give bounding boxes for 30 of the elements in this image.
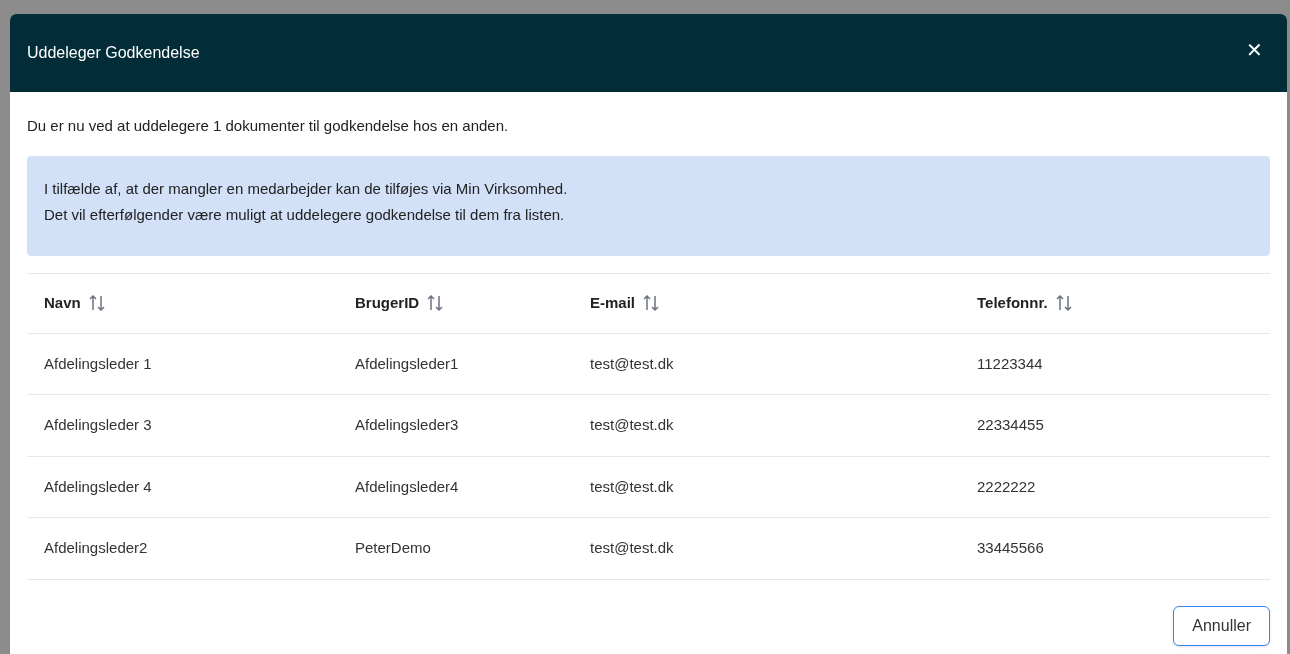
table-cell: 11223344 [977,354,1043,372]
table-cell: 33445566 [977,539,1044,557]
table-cell: test@test.dk [590,477,674,495]
sort-icon[interactable] [1055,294,1072,312]
column-header: Telefonnr. [977,292,1048,313]
table-cell: Afdelingsleder1 [355,354,459,372]
table-cell: test@test.dk [590,539,674,557]
table-cell: 2222222 [977,477,1036,495]
sort-icon[interactable] [427,294,444,312]
table-cell: Afdelingsleder 3 [44,416,152,434]
column-header: BrugerID [355,292,420,313]
info-text: Det vil efterfølgender være muligt at uddelegere godkendelse til dem fra listen. [44,204,566,225]
table-cell: Afdelingsleder 1 [44,354,152,372]
table-cell: Afdelingsleder3 [355,416,459,434]
dialog-title: Uddeleger Godkendelse [27,43,200,63]
table-cell: test@test.dk [590,416,674,434]
column-header: Navn [44,292,81,313]
table-cell: Afdelingsleder 4 [44,477,152,495]
sort-icon[interactable] [643,294,659,312]
cancel-button[interactable]: Annuller [1173,605,1270,646]
info-text: I tilfælde af, at der mangler en medarbejder kan de tilføjes via Min Virksomhed. [44,178,569,199]
intro-text: Du er nu ved at uddelegere 1 dokumenter til godkendelse hos en anden. [27,116,510,136]
table-cell: PeterDemo [355,539,431,557]
table-cell: Afdelingsleder4 [355,477,459,495]
close-button[interactable]: ✕ [1246,40,1263,60]
table-cell: Afdelingsleder2 [44,539,148,557]
table-cell: test@test.dk [590,354,674,372]
sort-icon[interactable] [88,294,105,312]
column-header: E-mail [590,292,635,313]
table-cell: 22334455 [977,416,1044,434]
